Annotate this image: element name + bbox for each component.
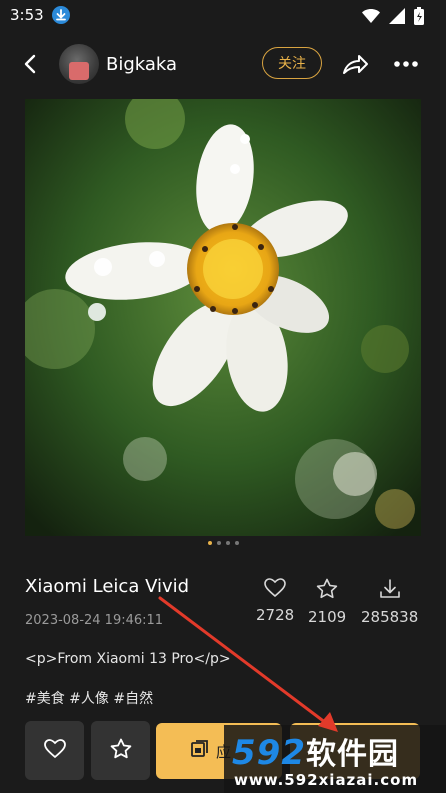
username[interactable]: Bigkaka — [106, 54, 177, 75]
avatar[interactable] — [59, 44, 99, 84]
download-icon — [379, 578, 401, 604]
like-count: 2728 — [256, 606, 295, 624]
like-button[interactable] — [25, 721, 84, 780]
wifi-icon — [362, 8, 380, 28]
post-title: Xiaomi Leica Vivid — [25, 576, 190, 597]
more-options-icon[interactable] — [392, 54, 420, 74]
battery-icon — [414, 7, 424, 29]
download-stat[interactable]: 285838 — [361, 578, 418, 626]
post-photo[interactable] — [25, 99, 421, 536]
post-description: <p>From Xiaomi 13 Pro</p> — [25, 651, 231, 667]
post-datetime: 2023-08-24 19:46:11 — [25, 613, 164, 628]
favorite-button[interactable] — [91, 721, 150, 780]
download-count: 285838 — [361, 608, 419, 626]
status-bar: 3:53 — [0, 0, 446, 32]
carousel-dot — [207, 541, 212, 545]
watermark-url: www.592xiazai.com — [234, 771, 419, 789]
watermark: 592软件园 www.592xiazai.com — [224, 725, 446, 793]
carousel-indicator — [0, 541, 446, 549]
carousel-dot — [225, 541, 230, 545]
watermark-brand-text: 软件园 — [305, 737, 399, 772]
follow-button[interactable]: 关注 — [262, 47, 322, 79]
status-time: 3:53 — [10, 6, 44, 24]
post-tags[interactable]: #美食 #人像 #自然 — [25, 688, 153, 708]
watermark-brand: 592软件园 — [232, 729, 399, 773]
signal-icon — [389, 8, 405, 28]
download-notification-icon — [52, 6, 70, 24]
watermark-brand-number: 592 — [232, 733, 306, 773]
favorite-stat[interactable]: 2109 — [308, 578, 346, 626]
star-icon — [110, 738, 132, 764]
heart-icon — [264, 578, 286, 602]
top-bar: Bigkaka 关注 — [0, 36, 446, 92]
carousel-dot — [216, 541, 221, 545]
back-icon[interactable] — [20, 52, 42, 76]
favorite-count: 2109 — [308, 608, 347, 626]
heart-icon — [43, 738, 66, 763]
carousel-dot — [234, 541, 239, 545]
like-stat[interactable]: 2728 — [256, 578, 294, 624]
star-icon — [316, 578, 338, 604]
share-icon[interactable] — [340, 50, 370, 78]
apply-icon — [190, 739, 210, 763]
